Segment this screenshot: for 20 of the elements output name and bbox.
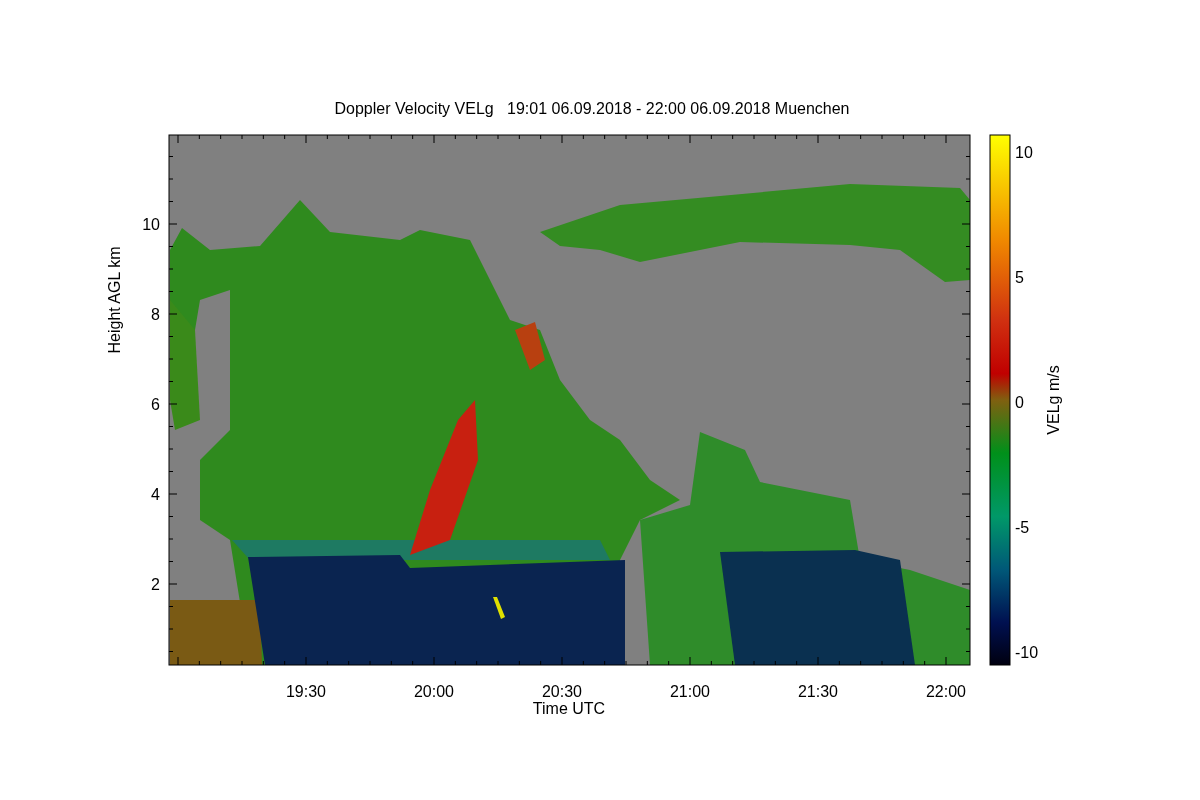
colorbar-tick-label: 5 (1015, 269, 1024, 286)
x-tick-label: 21:00 (670, 683, 710, 700)
colorbar-tick-label: 10 (1015, 144, 1033, 161)
colorbar-tick-label: -5 (1015, 519, 1030, 536)
chart-title: Doppler Velocity VELg 19:01 06.09.2018 - 22:00 06.09.2018 Muenchen (334, 100, 850, 117)
x-tick-label: 19:30 (286, 683, 326, 700)
x-tick-label: 21:30 (798, 683, 838, 700)
y-tick-label: 8 (151, 306, 160, 323)
colorbar-tick-label: 0 (1015, 394, 1024, 411)
y-tick-label: 2 (151, 576, 160, 593)
y-tick-label: 4 (151, 486, 160, 503)
colorbar-tick-label: -10 (1015, 644, 1039, 661)
y-axis-title: Height AGL km (106, 246, 123, 354)
x-tick-label: 20:00 (414, 683, 454, 700)
y-tick-label: 10 (142, 216, 160, 233)
x-tick-label: 22:00 (926, 683, 966, 700)
colorbar-title: VELg m/s (1045, 365, 1062, 435)
x-tick-label: 20:30 (542, 683, 582, 700)
y-tick-label: 6 (151, 396, 160, 413)
x-axis-title: Time UTC (532, 700, 606, 717)
